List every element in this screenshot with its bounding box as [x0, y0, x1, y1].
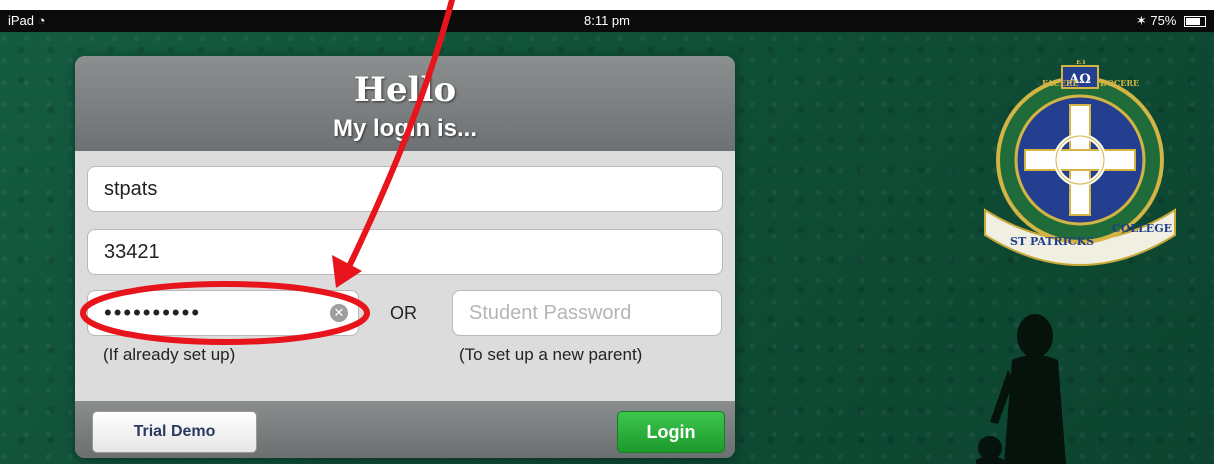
login-panel: Hello My login is... stpats 33421 ••••••… — [75, 56, 735, 458]
password-dots: •••••••••• — [104, 300, 202, 325]
top-margin — [0, 0, 1214, 10]
trial-demo-button[interactable]: Trial Demo — [92, 411, 257, 453]
or-label: OR — [390, 303, 417, 323]
status-bar: iPad ◔ 8:11 pm ✶ 75% — [0, 10, 1214, 32]
panel-footer: Trial Demo Login — [75, 401, 735, 458]
svg-text:DOCERE: DOCERE — [1100, 78, 1139, 88]
svg-text:COLLEGE: COLLEGE — [1112, 222, 1172, 235]
school-code-field[interactable]: stpats — [87, 166, 723, 212]
parent-password-field[interactable]: •••••••••• ✕ — [87, 290, 359, 336]
parent-child-silhouette — [976, 314, 1066, 464]
clear-icon[interactable]: ✕ — [330, 304, 348, 322]
school-crest-logo: AΩ FACERE ET DOCERE ST PATRICKS COLLEGE — [984, 60, 1176, 266]
student-password-field[interactable]: Student Password — [452, 290, 722, 336]
svg-text:ET: ET — [1076, 60, 1087, 66]
parent-password-hint: (If already set up) — [103, 345, 236, 364]
bluetooth-icon: ✶ — [1135, 13, 1147, 28]
battery-icon — [1184, 16, 1206, 28]
svg-text:ST PATRICKS: ST PATRICKS — [1010, 235, 1094, 248]
greeting-title: Hello — [353, 70, 457, 110]
login-subtitle: My login is... — [332, 115, 477, 142]
svg-text:FACERE: FACERE — [1042, 78, 1079, 88]
battery-status: ✶ 75% — [1136, 13, 1206, 29]
panel-header: Hello My login is... — [75, 56, 735, 151]
student-password-hint: (To set up a new parent) — [459, 345, 643, 364]
login-button[interactable]: Login — [617, 411, 725, 453]
user-id-field[interactable]: 33421 — [87, 229, 723, 275]
clock: 8:11 pm — [583, 13, 630, 28]
